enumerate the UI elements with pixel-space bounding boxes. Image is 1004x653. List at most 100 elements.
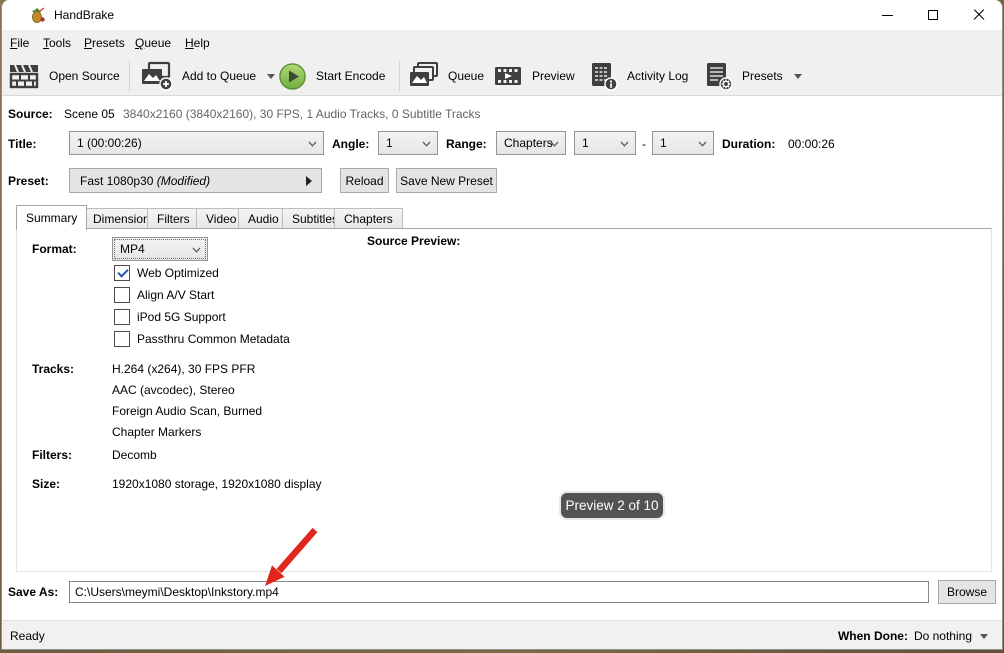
duration-value: 00:00:26 bbox=[788, 137, 835, 151]
source-details: 3840x2160 (3840x2160), 30 FPS, 1 Audio T… bbox=[123, 107, 481, 121]
checkbox-icon bbox=[114, 331, 130, 347]
chevron-down-icon bbox=[620, 141, 629, 147]
tab-label: Summary bbox=[26, 211, 77, 225]
source-label: Source: bbox=[8, 107, 53, 121]
source-preview-label: Source Preview: bbox=[367, 234, 460, 248]
format-select[interactable]: MP4 bbox=[112, 237, 208, 261]
preset-select-button[interactable]: Fast 1080p30 (Modified) bbox=[69, 168, 322, 193]
tab-summary[interactable]: Summary bbox=[16, 205, 87, 230]
window-title: HandBrake bbox=[54, 8, 114, 22]
checkbox-label: Web Optimized bbox=[137, 266, 219, 280]
chevron-right-icon bbox=[306, 176, 312, 186]
align-av-start-checkbox[interactable]: Align A/V Start bbox=[114, 287, 214, 303]
reload-label: Reload bbox=[345, 174, 383, 188]
filters-label: Filters: bbox=[32, 448, 72, 462]
checkbox-icon bbox=[114, 265, 130, 281]
status-text: Ready bbox=[10, 629, 45, 643]
presets-button[interactable]: Presets bbox=[704, 58, 802, 94]
activity-log-label: Activity Log bbox=[627, 69, 688, 83]
filters-value: Decomb bbox=[112, 448, 157, 462]
browse-label: Browse bbox=[947, 585, 987, 599]
preset-label: Preset: bbox=[8, 174, 49, 188]
tab-label: Subtitles bbox=[292, 212, 338, 226]
checkbox-label: Align A/V Start bbox=[137, 288, 214, 302]
clapperboard-icon bbox=[9, 62, 40, 91]
tab-chapters[interactable]: Chapters bbox=[334, 208, 403, 229]
queue-button[interactable]: Queue bbox=[407, 58, 484, 94]
chapter-end-select[interactable]: 1 bbox=[652, 131, 714, 155]
maximize-button[interactable] bbox=[910, 0, 956, 30]
tracks-label: Tracks: bbox=[32, 362, 74, 376]
add-to-queue-icon bbox=[140, 61, 173, 91]
chapter-end-value: 1 bbox=[660, 136, 667, 150]
angle-select[interactable]: 1 bbox=[378, 131, 438, 155]
checkbox-icon bbox=[114, 309, 130, 325]
preview-button[interactable]: Preview bbox=[493, 58, 575, 94]
checkbox-label: iPod 5G Support bbox=[137, 310, 226, 324]
menu-tools[interactable]: Tools bbox=[43, 36, 71, 50]
title-select-value: 1 (00:00:26) bbox=[77, 136, 142, 150]
track-item: Chapter Markers bbox=[112, 425, 201, 439]
web-optimized-checkbox[interactable]: Web Optimized bbox=[114, 265, 219, 281]
tab-label: Video bbox=[206, 212, 236, 226]
save-as-label: Save As: bbox=[8, 585, 58, 599]
menu-file[interactable]: File bbox=[10, 36, 29, 50]
tab-label: Chapters bbox=[344, 212, 393, 226]
tab-label: Audio bbox=[248, 212, 279, 226]
start-encode-button[interactable]: Start Encode bbox=[278, 58, 385, 94]
chevron-down-icon bbox=[698, 141, 707, 147]
save-as-input[interactable] bbox=[69, 581, 929, 603]
browse-button[interactable]: Browse bbox=[938, 580, 996, 604]
minimize-button[interactable] bbox=[864, 0, 910, 30]
chevron-down-icon bbox=[192, 247, 201, 253]
add-to-queue-button[interactable]: Add to Queue bbox=[140, 58, 275, 94]
passthru-metadata-checkbox[interactable]: Passthru Common Metadata bbox=[114, 331, 290, 347]
activity-log-button[interactable]: Activity Log bbox=[589, 58, 688, 94]
save-new-preset-label: Save New Preset bbox=[400, 174, 493, 188]
preview-filmstrip-icon bbox=[493, 62, 523, 90]
handbrake-app-icon bbox=[29, 7, 46, 24]
source-name: Scene 05 bbox=[64, 107, 115, 121]
size-value: 1920x1080 storage, 1920x1080 display bbox=[112, 477, 322, 491]
menu-presets[interactable]: Presets bbox=[84, 36, 125, 50]
chapter-start-value: 1 bbox=[582, 136, 589, 150]
angle-select-value: 1 bbox=[386, 136, 393, 150]
toolbar-separator bbox=[399, 61, 400, 91]
chevron-down-icon bbox=[308, 141, 317, 147]
handbrake-window: HandBrake File Tools Presets Queue Help bbox=[1, 0, 1003, 650]
chevron-down-icon bbox=[980, 634, 988, 639]
close-icon bbox=[973, 9, 985, 21]
track-item: Foreign Audio Scan, Burned bbox=[112, 404, 262, 418]
angle-label: Angle: bbox=[332, 137, 369, 151]
format-select-value: MP4 bbox=[120, 242, 145, 256]
range-type-value: Chapters bbox=[504, 136, 553, 150]
preset-name: Fast 1080p30 bbox=[80, 174, 153, 188]
menu-bar: File Tools Presets Queue Help bbox=[2, 30, 1002, 56]
range-label: Range: bbox=[446, 137, 487, 151]
ipod-5g-support-checkbox[interactable]: iPod 5G Support bbox=[114, 309, 226, 325]
title-select[interactable]: 1 (00:00:26) bbox=[69, 131, 324, 155]
chevron-down-icon bbox=[267, 74, 275, 79]
save-new-preset-button[interactable]: Save New Preset bbox=[396, 168, 497, 193]
preview-label: Preview bbox=[532, 69, 575, 83]
open-source-button[interactable]: Open Source bbox=[9, 58, 120, 94]
chevron-down-icon bbox=[550, 141, 559, 147]
add-to-queue-label: Add to Queue bbox=[182, 69, 256, 83]
status-bar: Ready When Done: Do nothing bbox=[2, 620, 1002, 650]
toolbar-separator bbox=[129, 61, 130, 91]
desktop-background: HandBrake File Tools Presets Queue Help bbox=[0, 0, 1004, 653]
queue-icon bbox=[407, 62, 439, 91]
activity-log-icon bbox=[589, 61, 618, 91]
toolbar: Open Source Add to Queue bbox=[2, 56, 1002, 96]
reload-button[interactable]: Reload bbox=[340, 168, 389, 193]
track-item: H.264 (x264), 30 FPS PFR bbox=[112, 362, 255, 376]
tab-filters[interactable]: Filters bbox=[147, 208, 200, 229]
when-done-label: When Done: bbox=[838, 629, 908, 643]
range-type-select[interactable]: Chapters bbox=[496, 131, 566, 155]
when-done-control[interactable]: When Done: Do nothing bbox=[838, 629, 988, 643]
menu-help[interactable]: Help bbox=[185, 36, 210, 50]
chapter-start-select[interactable]: 1 bbox=[574, 131, 636, 155]
menu-queue[interactable]: Queue bbox=[135, 36, 171, 50]
window-controls bbox=[864, 0, 1002, 30]
close-button[interactable] bbox=[956, 0, 1002, 30]
